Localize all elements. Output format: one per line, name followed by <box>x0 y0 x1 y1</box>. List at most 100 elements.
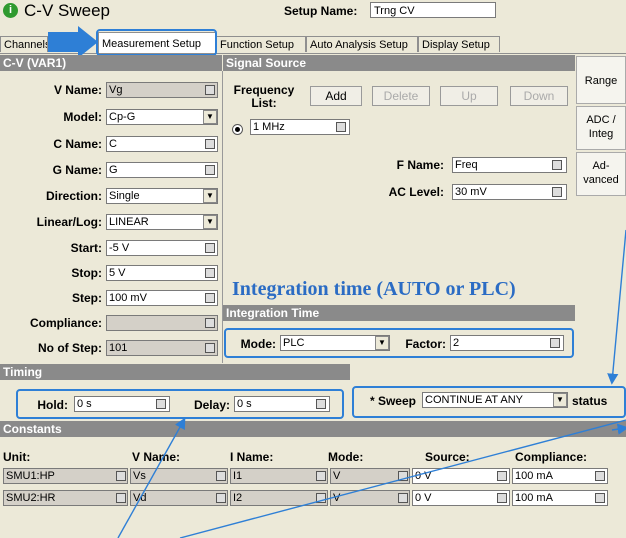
direction-label: Direction: <box>45 189 102 203</box>
highlight-measurement-tab <box>96 29 217 56</box>
keypad-icon[interactable] <box>216 493 226 503</box>
calculator-icon[interactable] <box>205 268 215 278</box>
chevron-down-icon[interactable]: ▼ <box>203 189 217 203</box>
vname-field[interactable]: Vg <box>106 82 218 98</box>
sweep-select[interactable]: CONTINUE AT ANY <box>422 392 568 408</box>
integration-time-annotation: Integration time (AUTO or PLC) <box>232 278 516 300</box>
delete-button[interactable]: Delete <box>372 86 430 106</box>
calculator-icon[interactable] <box>550 338 560 348</box>
compliance-label: Compliance: <box>29 316 102 330</box>
sweep-label: * Sweep <box>369 394 416 408</box>
range-button[interactable]: Range <box>576 56 626 104</box>
row2-compliance[interactable]: 100 mA <box>512 490 608 506</box>
step-field[interactable]: 100 mV <box>106 290 218 306</box>
window-title: C-V Sweep <box>24 1 110 20</box>
frequency-value-field[interactable]: 1 MHz <box>250 119 350 135</box>
row2-vname[interactable]: Vd <box>130 490 228 506</box>
gname-field[interactable]: G <box>106 162 218 178</box>
keypad-icon[interactable] <box>216 471 226 481</box>
start-field[interactable]: -5 V <box>106 240 218 256</box>
mode-select[interactable]: PLC <box>280 335 390 351</box>
keypad-icon[interactable] <box>205 85 215 95</box>
setup-name-input[interactable]: Trng CV <box>370 2 496 18</box>
row1-unit[interactable]: SMU1:HP <box>3 468 128 484</box>
cname-field[interactable]: C <box>106 136 218 152</box>
down-button[interactable]: Down <box>510 86 568 106</box>
keypad-icon[interactable] <box>552 160 562 170</box>
pointer-arrow-icon <box>48 26 98 58</box>
col-source: Source: <box>425 450 470 464</box>
hold-label: Hold: <box>37 398 68 412</box>
row1-vname[interactable]: Vs <box>130 468 228 484</box>
model-select[interactable]: Cp-G <box>106 109 218 125</box>
signal-source-header: Signal Source <box>223 55 575 71</box>
stop-label: Stop: <box>71 266 102 280</box>
row1-source[interactable]: 0 V <box>412 468 510 484</box>
calculator-icon[interactable] <box>497 471 507 481</box>
tab-auto-analysis-setup[interactable]: Auto Analysis Setup <box>306 36 418 52</box>
adc-integ-button[interactable]: ADC / Integ <box>576 106 626 150</box>
constants-header: Constants <box>0 421 626 437</box>
calculator-icon[interactable] <box>336 122 346 132</box>
delay-label: Delay: <box>193 398 230 412</box>
calculator-icon[interactable] <box>398 471 408 481</box>
calculator-icon[interactable] <box>316 399 326 409</box>
chevron-down-icon[interactable]: ▼ <box>203 110 217 124</box>
fname-field[interactable]: Freq <box>452 157 567 173</box>
nostep-field: 101 <box>106 340 218 356</box>
integration-time-header: Integration Time <box>223 305 575 321</box>
tab-function-setup[interactable]: Function Setup <box>216 36 306 52</box>
calculator-icon[interactable] <box>398 493 408 503</box>
tab-display-setup[interactable]: Display Setup <box>418 36 500 52</box>
keypad-icon[interactable] <box>316 493 326 503</box>
step-label: Step: <box>72 291 102 305</box>
nostep-label: No of Step: <box>38 341 102 355</box>
chevron-down-icon[interactable]: ▼ <box>203 215 217 229</box>
calculator-icon[interactable] <box>116 471 126 481</box>
tab-channels[interactable]: Channels <box>0 36 48 52</box>
info-icon: i <box>3 3 18 18</box>
row2-source[interactable]: 0 V <box>412 490 510 506</box>
arrow-to-sweep <box>607 229 626 385</box>
model-label: Model: <box>63 110 102 124</box>
compliance-field <box>106 315 218 331</box>
vname-label: V Name: <box>53 83 102 97</box>
row1-compliance[interactable]: 100 mA <box>512 468 608 484</box>
add-button[interactable]: Add <box>310 86 362 106</box>
keypad-icon[interactable] <box>205 165 215 175</box>
col-vname: V Name: <box>132 450 181 464</box>
factor-label: Factor: <box>405 337 446 351</box>
calculator-icon[interactable] <box>552 187 562 197</box>
cv-var1-header: C-V (VAR1) <box>0 55 222 71</box>
mode-label: Mode: <box>240 337 276 351</box>
row1-iname[interactable]: I1 <box>230 468 328 484</box>
fname-label: F Name: <box>396 158 444 172</box>
aclevel-label: AC Level: <box>388 185 444 199</box>
aclevel-field[interactable]: 30 mV <box>452 184 567 200</box>
linlog-select[interactable]: LINEAR <box>106 214 218 230</box>
calculator-icon[interactable] <box>116 493 126 503</box>
calculator-icon <box>205 343 215 353</box>
calculator-icon[interactable] <box>595 471 605 481</box>
row2-unit[interactable]: SMU2:HR <box>3 490 128 506</box>
frequency-radio[interactable] <box>232 124 243 135</box>
chevron-down-icon[interactable]: ▼ <box>553 393 567 407</box>
stop-field[interactable]: 5 V <box>106 265 218 281</box>
status-label: status <box>572 394 608 408</box>
direction-select[interactable]: Single <box>106 188 218 204</box>
setup-name-label: Setup Name: <box>284 4 358 18</box>
keypad-icon[interactable] <box>205 139 215 149</box>
cname-label: C Name: <box>53 137 102 151</box>
advanced-button[interactable]: Ad-vanced <box>576 152 626 196</box>
calculator-icon[interactable] <box>497 493 507 503</box>
factor-field[interactable]: 2 <box>450 335 564 351</box>
keypad-icon[interactable] <box>316 471 326 481</box>
row2-iname[interactable]: I2 <box>230 490 328 506</box>
calculator-icon[interactable] <box>205 293 215 303</box>
up-button[interactable]: Up <box>440 86 498 106</box>
start-label: Start: <box>70 241 102 255</box>
calculator-icon[interactable] <box>205 243 215 253</box>
chevron-down-icon[interactable]: ▼ <box>375 336 389 350</box>
calculator-icon[interactable] <box>595 493 605 503</box>
calculator-icon[interactable] <box>156 399 166 409</box>
